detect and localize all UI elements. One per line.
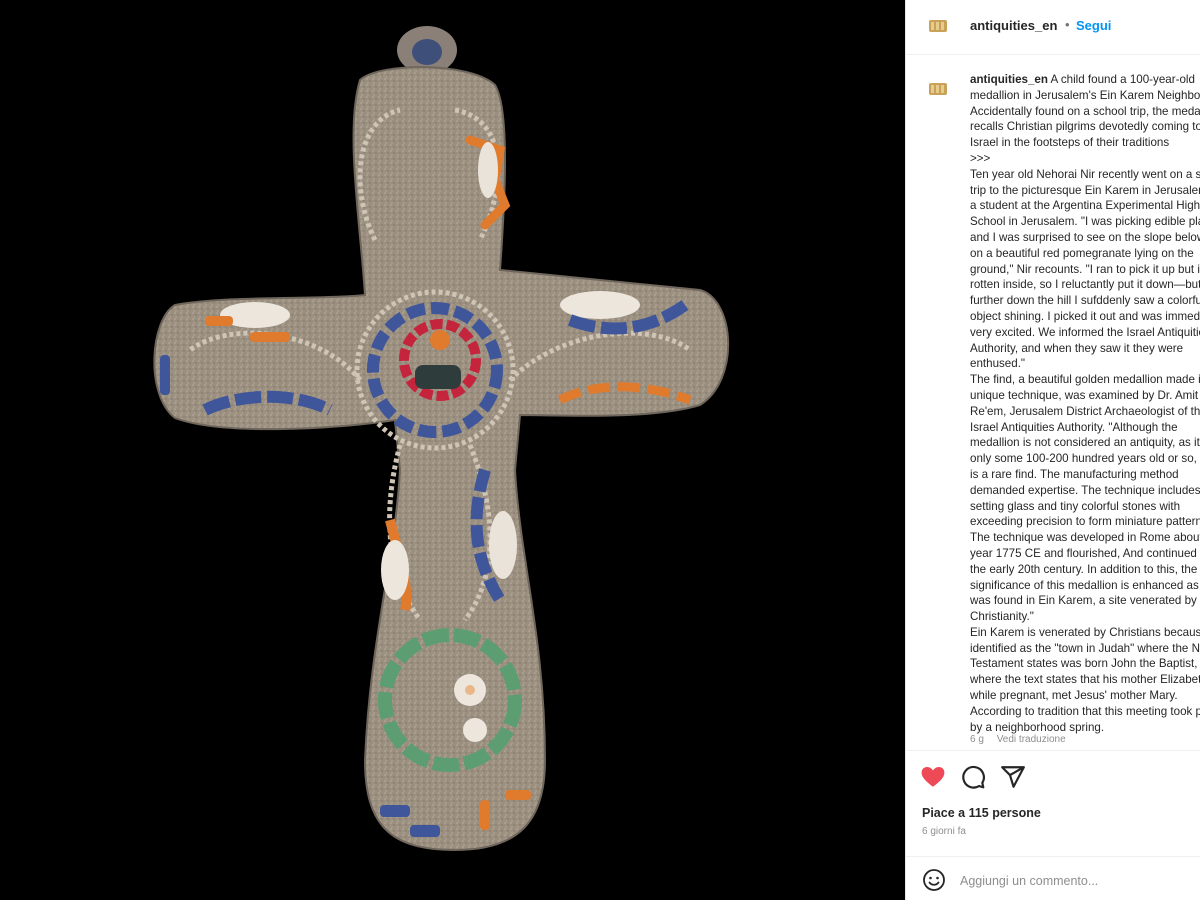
avatar[interactable] — [926, 77, 950, 101]
caption-text: A child found a 100-year-old medallion i… — [970, 73, 1200, 734]
post-date: 6 giorni fa — [922, 826, 966, 837]
post-media[interactable] — [0, 0, 905, 900]
follow-button[interactable]: Segui — [1076, 18, 1111, 33]
separator-dot: • — [1065, 17, 1070, 32]
emoji-button[interactable] — [922, 868, 946, 892]
action-bar — [906, 760, 1200, 794]
mosaic-cross-photo — [153, 26, 730, 852]
divider — [906, 750, 1200, 751]
time-ago: 6 g — [970, 734, 984, 745]
header-username[interactable]: antiquities_en — [970, 18, 1057, 33]
emoji-icon — [923, 869, 945, 891]
share-icon — [1001, 766, 1025, 788]
heart-icon — [921, 767, 945, 787]
profile-logo-icon — [929, 83, 947, 95]
post-caption: antiquities_en A child found a 100-year-… — [970, 72, 1200, 747]
comment-button[interactable] — [960, 764, 986, 790]
see-translation-link[interactable]: Vedi traduzione — [997, 734, 1066, 745]
profile-logo-icon — [929, 20, 947, 32]
post-side-panel: antiquities_en • Segui antiquities_en A … — [905, 0, 1200, 900]
caption-username[interactable]: antiquities_en — [970, 73, 1048, 86]
share-button[interactable] — [1000, 764, 1026, 790]
avatar[interactable] — [926, 14, 950, 38]
caption-scroll-area[interactable]: antiquities_en A child found a 100-year-… — [906, 62, 1200, 747]
caption-meta: 6 g Vedi traduzione — [970, 734, 1076, 745]
divider — [906, 856, 1200, 857]
post-header: antiquities_en • Segui — [906, 0, 1200, 55]
like-button[interactable] — [920, 764, 946, 790]
likes-count[interactable]: Piace a 115 persone — [922, 806, 1041, 820]
comment-icon — [962, 765, 985, 789]
comment-input[interactable] — [960, 868, 1190, 894]
